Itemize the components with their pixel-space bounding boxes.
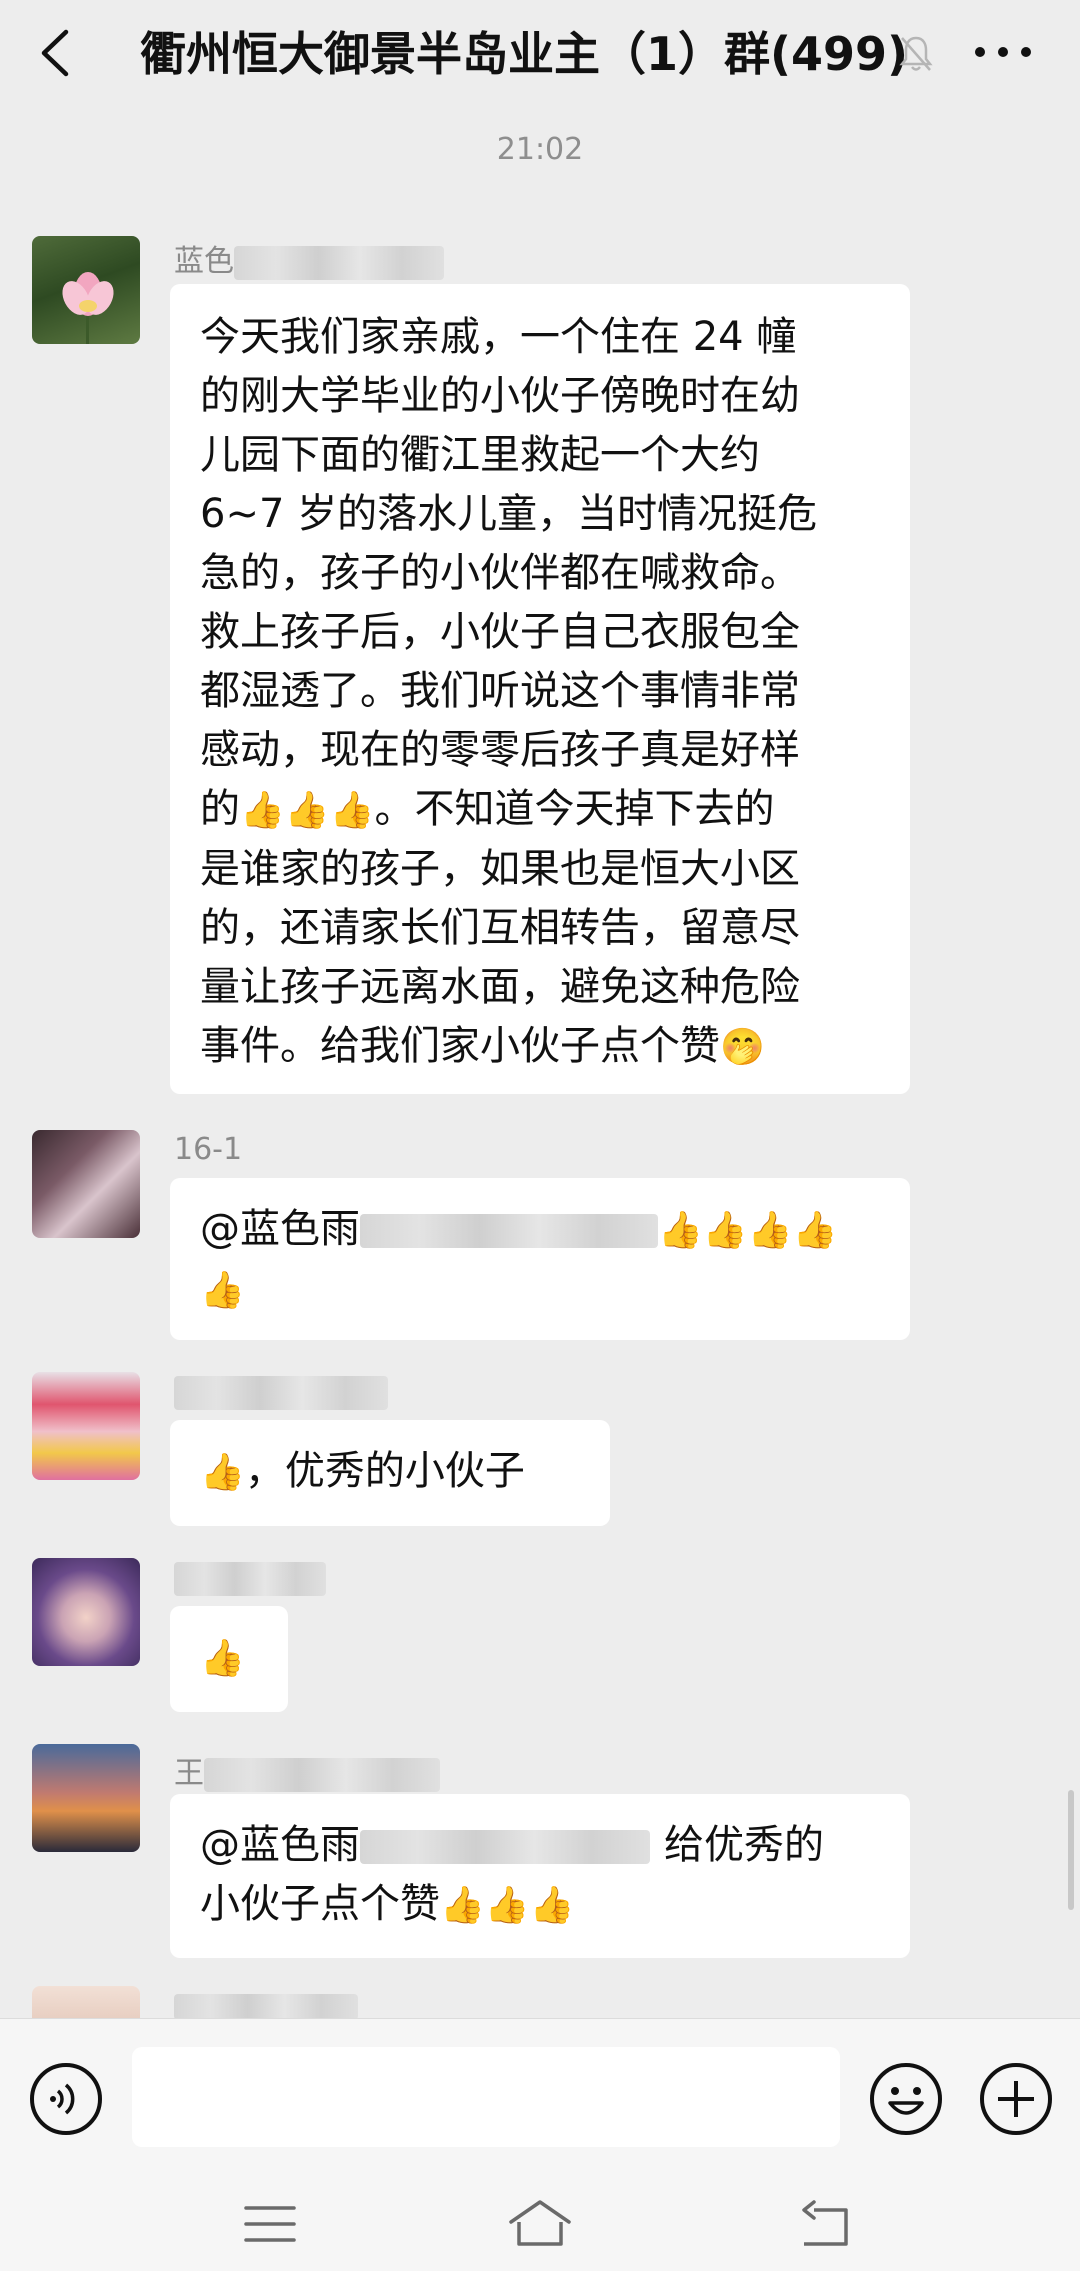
redacted-name	[360, 1214, 658, 1248]
thumbs-up-emoji: 👍	[329, 790, 375, 831]
message-line: 感动，现在的零零后孩子真是好样	[200, 727, 800, 773]
message-bubble[interactable]: @蓝色雨 👍👍👍👍 👍	[170, 1178, 910, 1340]
message-line: 救上孩子后，小伙子自己衣服包全	[200, 609, 800, 655]
avatar[interactable]	[32, 236, 140, 344]
thumbs-up-emoji: 👍	[747, 1210, 793, 1251]
system-nav-bar	[0, 2178, 1080, 2271]
sender-name: 蓝色	[174, 236, 444, 280]
sender-name-text: 蓝色	[174, 244, 234, 279]
message-text: 给优秀的	[664, 1822, 824, 1868]
message-input[interactable]	[132, 2047, 840, 2147]
nav-back-icon[interactable]	[796, 2198, 854, 2250]
chat-title: 衢州恒大御景半岛业主（1）群(499)	[140, 27, 909, 81]
message-line: @蓝色雨 👍👍👍👍	[200, 1200, 886, 1260]
avatar[interactable]	[32, 1744, 140, 1852]
thumbs-up-emoji: 👍	[200, 1270, 245, 1311]
sender-name: 16-1	[174, 1132, 243, 1167]
thumbs-up-emoji: 👍	[658, 1210, 703, 1251]
scrollbar[interactable]	[1068, 1790, 1074, 1910]
thumbs-up-emoji: 👍	[200, 1452, 245, 1493]
message-timestamp: 21:02	[496, 132, 584, 167]
lotus-avatar-image	[62, 272, 114, 344]
back-icon[interactable]	[36, 28, 76, 78]
message-line: 今天我们家亲戚，一个住在 24 幢	[200, 314, 797, 360]
thumbs-up-emoji: 👍	[529, 1885, 575, 1926]
message-line: 都湿透了。我们听说这个事情非常	[200, 668, 800, 714]
message-line: 👍	[200, 1628, 264, 1688]
message-line: 急的，孩子的小伙伴都在喊救命。	[200, 550, 800, 596]
sender-name: 王	[174, 1748, 440, 1792]
message-text: 。不知道今天掉下去的	[374, 786, 775, 832]
message-line: 👍	[200, 1260, 886, 1320]
message-text: 事件。给我们家小伙子点个赞	[200, 1023, 720, 1069]
thumbs-up-emoji: 👍	[200, 1638, 245, 1679]
message-text: ，优秀的小伙子	[244, 1448, 525, 1494]
message-line: 事件。给我们家小伙子点个赞🤭	[200, 1017, 886, 1077]
nav-menu-icon[interactable]	[240, 2200, 300, 2248]
thumbs-up-emoji: 👍	[484, 1885, 530, 1926]
hand-over-mouth-emoji: 🤭	[720, 1027, 765, 1068]
message-line: 的👍👍👍。不知道今天掉下去的	[200, 780, 886, 840]
voice-icon[interactable]	[28, 2061, 104, 2137]
message-line: 儿园下面的衢江里救起一个大约	[200, 432, 760, 478]
redacted-name	[360, 1830, 650, 1864]
avatar[interactable]	[32, 1986, 140, 2018]
message-line: 小伙子点个赞👍👍👍	[200, 1875, 886, 1935]
thumbs-up-emoji: 👍	[702, 1210, 748, 1251]
thumbs-up-emoji: 👍	[240, 790, 285, 831]
message-line: 的，还请家长们互相转告，留意尽	[200, 905, 800, 951]
message-bubble[interactable]: 今天我们家亲戚，一个住在 24 幢 的刚大学毕业的小伙子傍晚时在幼 儿园下面的衢…	[170, 284, 910, 1094]
avatar[interactable]	[32, 1372, 140, 1480]
thumbs-up-emoji: 👍	[284, 790, 330, 831]
plus-icon[interactable]	[978, 2061, 1054, 2137]
message-line: 👍，优秀的小伙子	[200, 1442, 586, 1502]
message-text: 的	[200, 786, 240, 832]
input-bar	[0, 2018, 1080, 2179]
message-line: 是谁家的孩子，如果也是恒大小区	[200, 846, 800, 892]
message-text: 小伙子点个赞	[200, 1881, 440, 1927]
redacted-name	[174, 1375, 388, 1410]
message-bubble[interactable]: @蓝色雨 给优秀的 小伙子点个赞👍👍👍	[170, 1794, 910, 1958]
message-line: @蓝色雨 给优秀的	[200, 1816, 886, 1875]
sender-name-text: 王	[174, 1756, 204, 1791]
mention-text[interactable]: @蓝色雨	[200, 1822, 360, 1868]
sender-name	[174, 1560, 326, 1596]
nav-home-icon[interactable]	[505, 2196, 575, 2250]
sender-name	[174, 1374, 388, 1410]
mention-text[interactable]: @蓝色雨	[200, 1206, 360, 1252]
message-line: 6~7 岁的落水儿童，当时情况挺危	[200, 491, 818, 537]
redacted-name	[204, 1757, 440, 1792]
message-line: 量让孩子远离水面，避免这种危险	[200, 964, 800, 1010]
message-bubble[interactable]: 👍，优秀的小伙子	[170, 1420, 610, 1526]
chat-header: 衢州恒大御景半岛业主（1）群(499)	[0, 0, 1080, 108]
redacted-name	[174, 1993, 358, 2020]
redacted-name	[234, 245, 444, 280]
message-bubble[interactable]: 👍	[170, 1606, 288, 1712]
emoji-icon[interactable]	[868, 2061, 944, 2137]
thumbs-up-emoji: 👍	[440, 1885, 485, 1926]
avatar[interactable]	[32, 1130, 140, 1238]
avatar[interactable]	[32, 1558, 140, 1666]
redacted-name	[174, 1561, 326, 1596]
more-icon[interactable]	[972, 30, 1034, 74]
thumbs-up-emoji: 👍	[792, 1210, 838, 1251]
message-line: 的刚大学毕业的小伙子傍晚时在幼	[200, 373, 800, 419]
mute-icon	[899, 36, 933, 71]
